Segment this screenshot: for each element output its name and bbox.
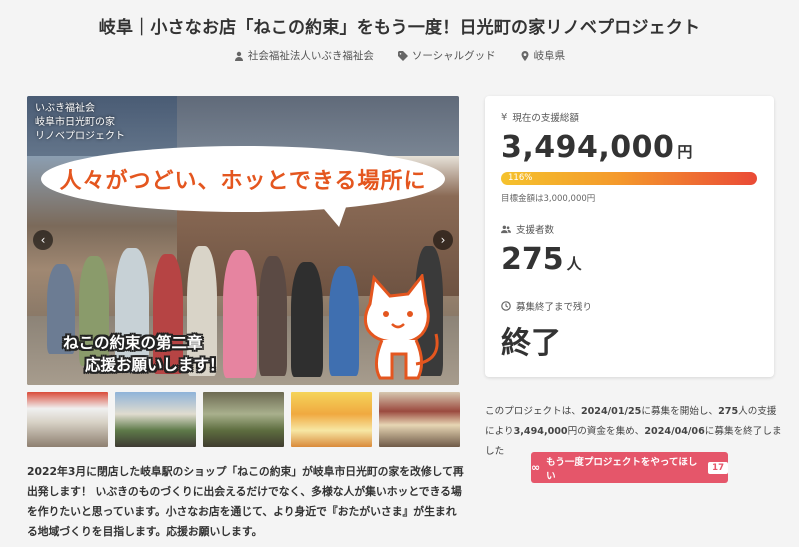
total-amount: 3,494,000 円 <box>501 130 693 165</box>
summary-supporters: 275 <box>718 406 739 417</box>
progress-percent: 116% <box>508 173 533 183</box>
funding-card: ¥ 現在の支援総額 3,494,000 円 116% 目標金額は3,000,000… <box>485 96 774 377</box>
people-icon <box>501 225 511 234</box>
location-link[interactable]: 岐阜県 <box>520 48 566 63</box>
infinity-icon: ∞ <box>531 461 541 474</box>
thumbnail-5[interactable] <box>379 392 460 447</box>
cta-line: 応援お願いします！ <box>85 356 225 374</box>
remaining-value: 終了 <box>501 326 561 361</box>
progress-bar: 116% <box>501 172 757 185</box>
chevron-right-icon: › <box>440 233 446 247</box>
person-icon <box>234 51 243 61</box>
thumbnail-1[interactable] <box>27 392 108 447</box>
start-date: 2024/01/25 <box>580 406 642 417</box>
speech-bubble: 人々がつどい、ホッとできる場所に <box>41 146 445 212</box>
project-meta: 社会福祉法人いぶき福祉会 ソーシャルグッド 岐阜県 <box>0 48 799 63</box>
org-tag-line: いぶき福祉会 <box>35 103 95 114</box>
thumbnail-3[interactable] <box>203 392 284 447</box>
org-tag-line: 岐阜市日光町の家 <box>35 117 115 128</box>
image-org-tag: いぶき福祉会 岐阜市日光町の家 リノベプロジェクト <box>35 102 125 144</box>
request-again-label: もう一度プロジェクトをやってほしい <box>546 456 698 482</box>
cta-line: ねこの約束の第二章 <box>63 334 203 352</box>
map-pin-icon <box>521 50 529 61</box>
main-project-image[interactable]: 人々がつどい、ホッとできる場所に いぶき福祉会 岐阜市日光町の家 リノベプロジェ… <box>27 96 459 385</box>
thumbnail-2[interactable] <box>115 392 196 447</box>
total-label: ¥ 現在の支援総額 <box>501 111 579 125</box>
summary-amount: 3,494,000 <box>513 426 568 437</box>
yen-icon: ¥ <box>501 111 508 123</box>
bubble-text: 人々がつどい、ホッとできる場所に <box>59 169 427 194</box>
chevron-left-icon: ‹ <box>40 233 46 247</box>
end-date: 2024/04/06 <box>644 426 705 437</box>
thumbnail-4[interactable] <box>291 392 372 447</box>
supporters-label: 支援者数 <box>501 222 554 236</box>
remaining-label: 募集終了まで残り <box>501 299 592 313</box>
supporters-count: 275 人 <box>501 242 582 277</box>
image-cta-text: ねこの約束の第二章 応援お願いします！ <box>63 332 225 376</box>
location-name: 岐阜県 <box>533 50 566 62</box>
organizer-name: 社会福祉法人いぶき福祉会 <box>247 50 374 62</box>
carousel-prev-button[interactable]: ‹ <box>33 230 53 250</box>
org-tag-line: リノベプロジェクト <box>35 131 125 142</box>
thumbnail-strip <box>27 392 460 447</box>
organizer-link[interactable]: 社会福祉法人いぶき福祉会 <box>234 48 374 63</box>
category-name: ソーシャルグッド <box>411 50 496 62</box>
category-link[interactable]: ソーシャルグッド <box>397 48 496 63</box>
carousel-next-button[interactable]: › <box>433 230 453 250</box>
tag-icon <box>397 50 408 61</box>
project-description: 2022年3月に閉店した岐阜駅のショップ「ねこの約束」が岐阜市日光町の家を改修し… <box>27 465 464 538</box>
clock-icon <box>501 301 511 311</box>
page-title: 岐阜｜小さなお店「ねこの約束」をもう一度！日光町の家リノベプロジェクト <box>98 18 701 38</box>
request-again-button[interactable]: ∞ もう一度プロジェクトをやってほしい 17 <box>531 452 728 483</box>
target-amount: 目標金額は3,000,000円 <box>501 194 596 204</box>
cat-illustration <box>363 274 439 380</box>
request-again-count: 17 <box>708 461 728 474</box>
